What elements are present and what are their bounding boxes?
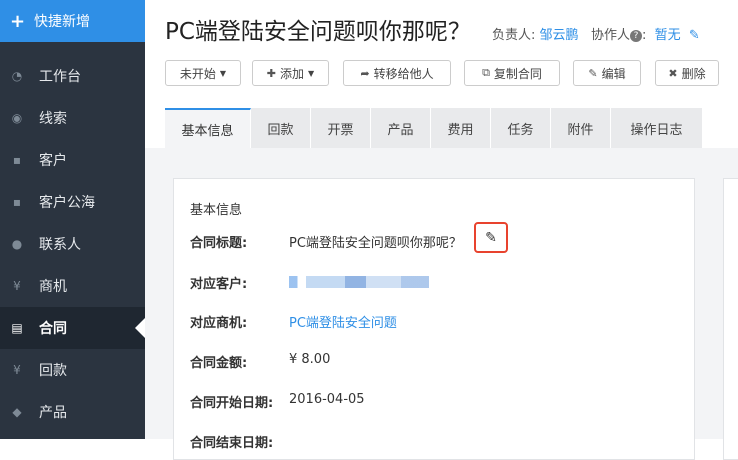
quick-add-label: 快捷新增 <box>34 14 90 30</box>
sidebar-item-payments[interactable]: ¥ 回款 <box>0 349 145 391</box>
field-label: 合同结束日期: <box>190 436 274 451</box>
caret-down-icon: ▼ <box>308 68 315 78</box>
caret-down-icon: ▼ <box>219 68 227 78</box>
copy-contract-button[interactable]: ⧉ 复制合同 <box>464 60 560 86</box>
sidebar-item-products[interactable]: ◆ 产品 <box>0 391 145 433</box>
field-value: ¥ 8.00 <box>289 352 331 367</box>
status-dropdown[interactable]: 未开始 ▼ <box>165 60 241 86</box>
tab-attachments[interactable]: 附件 <box>551 108 611 148</box>
sidebar-item-leads[interactable]: ◉ 线索 <box>0 97 145 139</box>
collaborator-value[interactable]: 暂无 <box>655 28 681 43</box>
tab-products[interactable]: 产品 <box>371 108 431 148</box>
sidebar-item-workbench[interactable]: ◔ 工作台 <box>0 55 145 97</box>
document-icon: ▤ <box>11 321 23 335</box>
collaborator-label: 协作人 <box>590 28 630 43</box>
transfer-label: 转移给他人 <box>373 66 434 81</box>
sidebar-item-label: 回款 <box>39 363 67 379</box>
tab-payments[interactable]: 回款 <box>251 108 311 148</box>
pencil-icon: ✎ <box>485 229 497 246</box>
sidebar-item-label: 工作台 <box>39 69 81 85</box>
toolbar: 未开始 ▼ ✚ 添加 ▼ ➦ 转移给他人 ⧉ 复制合同 ✎ 编辑 ✖ 删除 <box>165 60 738 88</box>
dashboard-icon: ◔ <box>11 69 23 83</box>
basic-info-panel: 基本信息 合同标题: PC端登陆安全问题呗你那呢？ ✎ 对应客户: 对应商机: … <box>173 178 695 460</box>
field-value: 2016-04-05 <box>289 392 365 407</box>
transfer-button[interactable]: ➦ 转移给他人 <box>343 60 451 86</box>
sidebar-item-contacts[interactable]: ● 联系人 <box>0 223 145 265</box>
chat-icon: ● <box>11 237 23 251</box>
field-label: 合同开始日期: <box>190 396 274 411</box>
sidebar-item-label: 客户公海 <box>39 195 95 211</box>
opportunity-link[interactable]: PC端登陆安全问题 <box>289 312 397 331</box>
field-opportunity: 对应商机: PC端登陆安全问题 <box>190 312 397 331</box>
copy-icon: ⧉ <box>482 66 490 79</box>
main-content: PC端登陆安全问题呗你那呢？ 负责人: 邹云鹏 协作人?: 暂无 ✎ 未开始 ▼… <box>145 0 738 460</box>
tab-invoices[interactable]: 开票 <box>311 108 371 148</box>
close-icon: ✖ <box>668 66 678 80</box>
delete-label: 删除 <box>681 66 706 81</box>
yen-icon: ¥ <box>13 363 21 377</box>
edit-button[interactable]: ✎ 编辑 <box>573 60 641 86</box>
side-panel <box>723 178 738 460</box>
tag-icon: ◆ <box>12 405 22 419</box>
globe-icon: ◉ <box>11 111 23 125</box>
delete-button[interactable]: ✖ 删除 <box>655 60 719 86</box>
field-label: 对应客户: <box>190 277 248 292</box>
plus-icon: ✚ <box>266 66 277 80</box>
sidebar-item-contracts[interactable]: ▤ 合同 <box>0 307 145 349</box>
pencil-icon[interactable]: ✎ <box>689 28 700 43</box>
users-icon: ▪ <box>12 195 22 209</box>
field-end-date: 合同结束日期: <box>190 432 289 451</box>
add-dropdown[interactable]: ✚ 添加 ▼ <box>252 60 329 86</box>
field-label: 合同金额: <box>190 356 248 371</box>
add-label: 添加 <box>280 66 305 81</box>
owner-label: 负责人: <box>492 28 536 43</box>
owner-link[interactable]: 邹云鹏 <box>540 28 579 43</box>
owner-info: 负责人: 邹云鹏 协作人?: 暂无 ✎ <box>492 28 700 43</box>
field-label: 对应商机: <box>190 316 248 331</box>
tab-tasks[interactable]: 任务 <box>491 108 551 148</box>
yen-icon: ¥ <box>13 279 21 293</box>
plus-icon: + <box>10 10 26 32</box>
copy-label: 复制合同 <box>493 66 542 81</box>
page-title: PC端登陆安全问题呗你那呢？ <box>165 19 471 45</box>
sidebar: + 快捷新增 ◔ 工作台 ◉ 线索 ▪ 客户 ▪ 客户公海 ● 联系人 ¥ 商机… <box>0 0 145 439</box>
field-start-date: 合同开始日期: 2016-04-05 <box>190 392 365 411</box>
field-label: 合同标题: <box>190 236 248 251</box>
status-label: 未开始 <box>179 66 216 81</box>
field-contract-title: 合同标题: PC端登陆安全问题呗你那呢？ <box>190 232 462 251</box>
question-icon[interactable]: ? <box>629 30 642 42</box>
edit-title-button[interactable]: ✎ <box>474 222 508 253</box>
sidebar-item-label: 线索 <box>39 111 67 127</box>
field-customer: 对应客户: <box>190 273 429 292</box>
quick-add-button[interactable]: + 快捷新增 <box>0 0 145 42</box>
users-icon: ▪ <box>12 153 22 167</box>
tab-basic-info[interactable]: 基本信息 <box>165 108 251 148</box>
sidebar-item-label: 商机 <box>39 279 67 295</box>
field-value: PC端登陆安全问题呗你那呢？ <box>289 236 462 251</box>
edit-icon: ✎ <box>588 66 598 80</box>
sidebar-item-label: 产品 <box>39 405 67 421</box>
share-icon: ➦ <box>360 66 370 80</box>
tab-expenses[interactable]: 费用 <box>431 108 491 148</box>
sidebar-item-opportunities[interactable]: ¥ 商机 <box>0 265 145 307</box>
blurred-customer-link[interactable] <box>289 276 429 288</box>
edit-label: 编辑 <box>601 66 626 81</box>
sidebar-item-label: 合同 <box>39 321 67 337</box>
sidebar-item-customer-pool[interactable]: ▪ 客户公海 <box>0 181 145 223</box>
field-amount: 合同金额: ¥ 8.00 <box>190 352 330 371</box>
sidebar-item-label: 联系人 <box>39 237 81 253</box>
section-title: 基本信息 <box>190 203 243 218</box>
sidebar-item-customers[interactable]: ▪ 客户 <box>0 139 145 181</box>
page-header: PC端登陆安全问题呗你那呢？ 负责人: 邹云鹏 协作人?: 暂无 ✎ 未开始 ▼… <box>145 0 738 148</box>
sidebar-item-label: 客户 <box>39 153 67 169</box>
tab-operation-log[interactable]: 操作日志 <box>611 108 703 148</box>
